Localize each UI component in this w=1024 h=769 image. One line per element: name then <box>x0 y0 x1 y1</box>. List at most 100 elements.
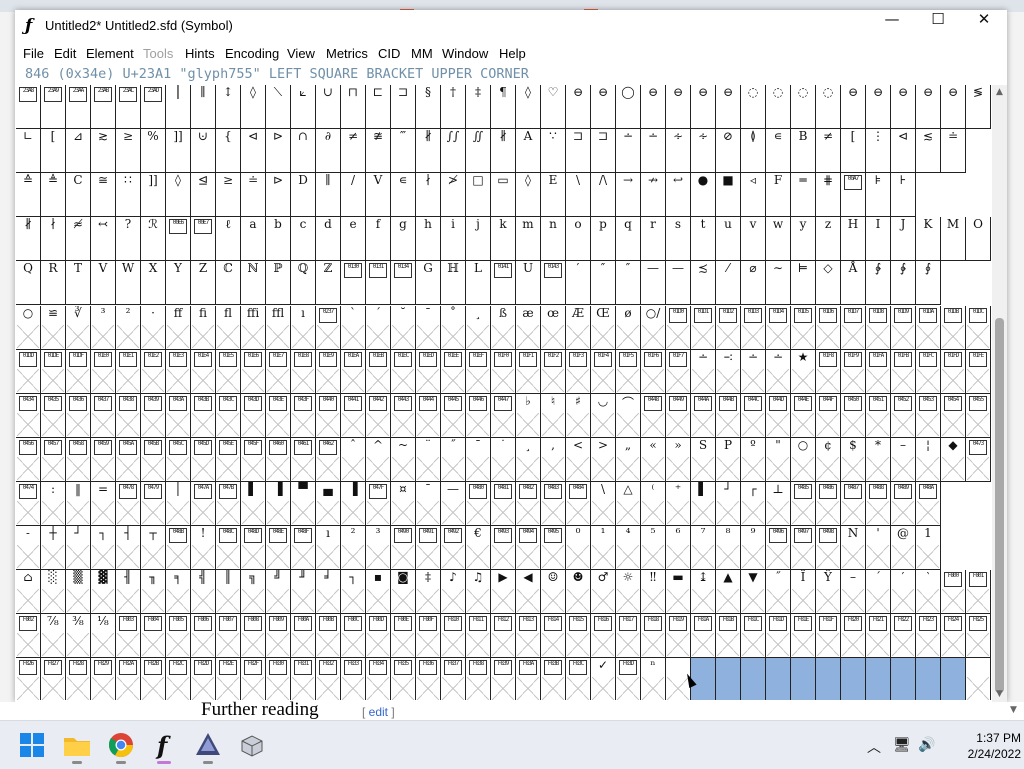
glyph-cell[interactable]: ┌ <box>741 482 766 526</box>
glyph-cell[interactable]: < <box>566 438 591 482</box>
glyph-cell[interactable]: ● <box>691 173 716 217</box>
glyph-cell[interactable]: ″ <box>616 261 641 305</box>
close-button[interactable]: ✕ <box>961 10 1007 42</box>
glyph-cell[interactable]: ◌ <box>766 85 791 129</box>
glyph-cell[interactable]: ˝ <box>441 438 466 482</box>
glyph-cell[interactable]: 0141 <box>491 261 516 305</box>
glyph-cell[interactable]: ⊧ <box>866 173 891 217</box>
glyph-cell[interactable]: ♯ <box>566 394 591 438</box>
glyph-cell[interactable]: ⊖ <box>691 85 716 129</box>
glyph-cell[interactable]: ⊖ <box>591 85 616 129</box>
glyph-cell[interactable]: Y <box>166 261 191 305</box>
glyph-cell[interactable]: ″ <box>591 261 616 305</box>
glyph-cell[interactable]: F81F <box>816 614 841 658</box>
glyph-cell[interactable] <box>791 658 816 700</box>
glyph-cell[interactable]: F80C <box>341 614 366 658</box>
glyph-cell[interactable]: 01E4 <box>191 350 216 394</box>
glyph-cell[interactable]: 0461 <box>291 438 316 482</box>
glyph-cell[interactable]: k <box>491 217 516 261</box>
glyph-cell[interactable]: ≐ <box>241 173 266 217</box>
glyph-cell[interactable]: F80B <box>316 614 341 658</box>
glyph-cell[interactable]: € <box>466 526 491 570</box>
glyph-cell[interactable]: 047F <box>366 482 391 526</box>
glyph-cell[interactable]: ⊍ <box>191 129 216 173</box>
glyph-cell[interactable]: ║ <box>216 570 241 614</box>
glyph-cell[interactable]: 0448 <box>641 394 666 438</box>
glyph-cell[interactable]: ▶ <box>491 570 516 614</box>
glyph-cell[interactable]: 01EA <box>341 350 366 394</box>
glyph-cell[interactable]: ⋕ <box>816 173 841 217</box>
glyph-cell[interactable]: v <box>741 217 766 261</box>
glyph-cell[interactable]: ◇ <box>816 261 841 305</box>
glyph-cell[interactable]: F82E <box>216 658 241 700</box>
glyph-cell[interactable]: ┼ <box>41 526 66 570</box>
glyph-cell[interactable]: e <box>341 217 366 261</box>
glyph-cell[interactable]: 01ED <box>416 350 441 394</box>
glyph-cell[interactable]: ⊖ <box>916 85 941 129</box>
glyph-cell[interactable]: F804 <box>141 614 166 658</box>
glyph-cell[interactable]: F835 <box>391 658 416 700</box>
glyph-cell[interactable]: F82A <box>116 658 141 700</box>
glyph-cell[interactable]: ⊿ <box>66 129 91 173</box>
glyph-cell[interactable]: F81D <box>766 614 791 658</box>
glyph-cell[interactable]: ≜ <box>41 173 66 217</box>
glyph-cell[interactable]: 0131 <box>366 261 391 305</box>
glyph-cell[interactable]: ╗ <box>241 570 266 614</box>
glyph-cell[interactable]: ℍ <box>441 261 466 305</box>
glyph-cell[interactable]: 0237 <box>316 306 341 350</box>
glyph-cell[interactable]: – <box>841 570 866 614</box>
glyph-cell[interactable]: F814 <box>541 614 566 658</box>
glyph-cell[interactable] <box>891 658 916 700</box>
glyph-cell[interactable]: ◌ <box>791 85 816 129</box>
glyph-cell[interactable]: ˘ <box>391 306 416 350</box>
glyph-cell[interactable]: 0439 <box>141 394 166 438</box>
glyph-cell[interactable]: C <box>66 173 91 217</box>
glyph-cell[interactable]: 01D6 <box>816 306 841 350</box>
glyph-cell[interactable]: 01E6 <box>241 350 266 394</box>
glyph-cell[interactable]: 23AC <box>116 85 141 129</box>
glyph-grid[interactable]: 23A8 23A9 23AA 23AB 23AC 23AD ⎮ ∥ ↕ ◊ ⟍ ⟀ ∪ ⊓ ⊏ ⊐ § † ‡ ¶ ◊ ♡… <box>16 85 991 700</box>
glyph-cell[interactable]: 01E3 <box>166 350 191 394</box>
glyph-cell[interactable]: F836 <box>416 658 441 700</box>
glyph-cell[interactable]: ○ <box>791 438 816 482</box>
glyph-cell[interactable]: V <box>366 173 391 217</box>
glyph-cell[interactable]: ○/ <box>641 306 666 350</box>
glyph-cell[interactable]: ▓ <box>91 570 116 614</box>
glyph-cell[interactable]: 01F6 <box>641 350 666 394</box>
glyph-cell[interactable]: 23AD <box>141 85 166 129</box>
glyph-cell[interactable]: ⊏ <box>366 85 391 129</box>
glyph-cell[interactable]: 048D <box>241 526 266 570</box>
glyph-cell[interactable]: ⁸ <box>716 526 741 570</box>
glyph-cell[interactable]: 0486 <box>816 482 841 526</box>
glyph-cell[interactable]: p <box>591 217 616 261</box>
glyph-cell[interactable]: ◡ <box>591 394 616 438</box>
glyph-cell[interactable]: ⊖ <box>866 85 891 129</box>
volume-icon[interactable]: 🔊 <box>918 737 935 753</box>
menu-element[interactable]: Element <box>86 46 134 61</box>
glyph-cell[interactable]: F82C <box>166 658 191 700</box>
glyph-cell[interactable]: ^ <box>366 438 391 482</box>
fontforge-icon[interactable]: f <box>148 729 180 764</box>
glyph-cell[interactable]: ┘ <box>66 526 91 570</box>
glyph-cell[interactable]: ‖ <box>66 482 91 526</box>
glyph-cell[interactable]: 23AB <box>91 85 116 129</box>
chrome-icon[interactable] <box>105 729 137 764</box>
glyph-cell[interactable]: h <box>416 217 441 261</box>
glyph-cell[interactable] <box>716 658 741 700</box>
glyph-cell[interactable]: 045A <box>116 438 141 482</box>
glyph-cell[interactable]: ♫ <box>466 570 491 614</box>
glyph-cell[interactable]: / <box>341 173 366 217</box>
vertical-scrollbar[interactable]: ▲ ▼ <box>992 85 1007 702</box>
glyph-cell[interactable]: y <box>791 217 816 261</box>
glyph-cell[interactable]: s <box>666 217 691 261</box>
glyph-cell[interactable]: ⁽ <box>641 482 666 526</box>
glyph-cell[interactable]: ≠ <box>816 129 841 173</box>
glyph-cell[interactable]: n <box>541 217 566 261</box>
glyph-cell[interactable]: ≅ <box>91 173 116 217</box>
glyph-cell[interactable]: J <box>891 217 916 261</box>
menu-mm[interactable]: MM <box>411 46 433 61</box>
glyph-cell[interactable]: ⁰ <box>566 526 591 570</box>
glyph-cell[interactable]: F820 <box>841 614 866 658</box>
glyph-cell[interactable]: j <box>466 217 491 261</box>
scroll-up-arrow-icon[interactable]: ▲ <box>992 85 1007 100</box>
